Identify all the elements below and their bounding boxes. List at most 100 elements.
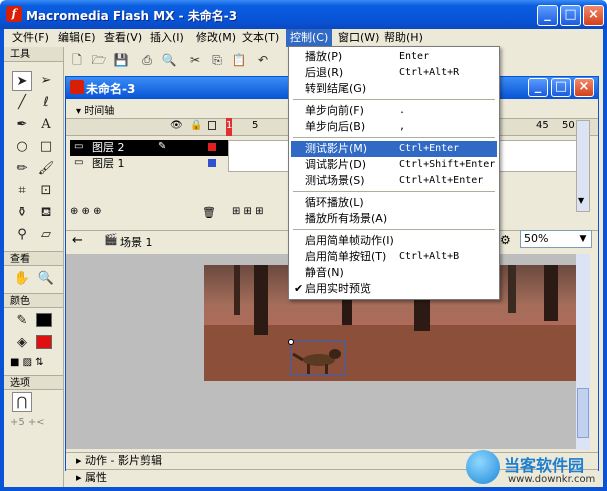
scroll-down-icon[interactable]: ▼ xyxy=(578,196,588,210)
scene-icon: 🎬 xyxy=(104,233,118,246)
menu-item-label: 调试影片(D) xyxy=(305,158,367,171)
window-title: Macromedia Flash MX - 未命名-3 xyxy=(26,9,238,23)
eraser-tool-icon[interactable]: ▱ xyxy=(36,225,56,245)
menu-item-shortcut: Enter xyxy=(399,51,430,62)
onion-skin-icon[interactable]: ⊞ ⊞ ⊞ xyxy=(232,206,264,217)
menu-item-label: 静音(N) xyxy=(305,266,344,279)
back-arrow-icon[interactable]: ← xyxy=(72,233,83,248)
line-tool-icon[interactable]: ╱ xyxy=(12,93,32,113)
menu-item-mute[interactable]: 静音(N) xyxy=(291,265,497,281)
registration-point xyxy=(288,339,294,345)
pencil-tool-icon[interactable]: ✏ xyxy=(12,159,32,179)
layer-color-swatch[interactable] xyxy=(208,159,216,167)
view-section-header: 查看 xyxy=(4,251,63,266)
menu-item-shortcut: Ctrl+Enter xyxy=(399,143,460,154)
close-button[interactable]: × xyxy=(583,5,604,26)
menu-separator xyxy=(293,229,495,230)
minimize-button[interactable]: _ xyxy=(537,5,558,26)
free-transform-tool-icon[interactable]: ⌗ xyxy=(12,181,32,201)
eyedropper-tool-icon[interactable]: ⚲ xyxy=(12,225,32,245)
timeline-header[interactable]: ▾ 时间轴 xyxy=(76,102,114,117)
zoom-tool-icon[interactable]: 🔍 xyxy=(36,269,56,289)
tools-panel-header[interactable]: 工具 xyxy=(4,47,63,62)
add-layer-icon[interactable]: ⊕ ⊕ ⊕ xyxy=(70,206,102,217)
print-preview-icon[interactable]: 🔍 xyxy=(160,51,178,69)
doc-maximize-button[interactable]: □ xyxy=(551,78,571,97)
menu-item-step-forward[interactable]: 单步向前(F). xyxy=(291,103,497,119)
fill-color-swatch[interactable] xyxy=(36,335,52,349)
outline-icon[interactable] xyxy=(208,121,216,130)
menu-item-enable-simple-buttons[interactable]: 启用简单按钮(T) Ctrl+Alt+B xyxy=(291,249,497,265)
dog-movieclip[interactable] xyxy=(290,341,346,375)
smooth-straighten-icon[interactable]: +5 +< xyxy=(10,417,56,433)
menu-item-play-all-scenes[interactable]: 播放所有场景(A) xyxy=(291,211,497,227)
stroke-color-swatch[interactable] xyxy=(36,313,52,327)
layer-icon: ▭ xyxy=(74,141,84,152)
brush-tool-icon[interactable]: 🖌 xyxy=(36,159,56,179)
menu-control[interactable]: 控制(C) xyxy=(286,29,333,47)
menu-item-test-movie[interactable]: 测试影片(M) Ctrl+Enter xyxy=(291,141,497,157)
menu-item-live-preview[interactable]: ✔ 启用实时预览 xyxy=(291,281,497,297)
menu-item-test-scene[interactable]: 测试场景(S) Ctrl+Alt+Enter xyxy=(291,173,497,189)
menu-item-go-to-end[interactable]: 转到结尾(G) xyxy=(291,81,497,97)
lock-icon[interactable]: 🔒 xyxy=(190,120,202,131)
frame-number-45: 45 xyxy=(536,120,549,131)
menu-modify[interactable]: 修改(M) xyxy=(192,29,240,47)
oval-tool-icon[interactable]: ○ xyxy=(12,137,32,157)
menu-item-shortcut: Ctrl+Alt+R xyxy=(399,67,460,78)
layer-name: 图层 1 xyxy=(92,157,125,170)
maximize-button[interactable]: □ xyxy=(560,5,581,26)
menu-edit[interactable]: 编辑(E) xyxy=(54,29,100,47)
layer-row[interactable]: 图层 1 xyxy=(70,156,228,172)
menu-item-label: 启用简单按钮(T) xyxy=(305,250,387,263)
menu-item-label: 循环播放(L) xyxy=(305,196,364,209)
swap-colors-icon[interactable]: ■ ▨ ⇅ xyxy=(10,357,56,371)
layer-row[interactable]: 图层 2 xyxy=(70,140,228,156)
menu-item-rewind[interactable]: 后退(R) Ctrl+Alt+R xyxy=(291,65,497,81)
undo-icon[interactable]: ↶ xyxy=(254,51,272,69)
paste-icon[interactable]: 📋 xyxy=(230,51,248,69)
menu-window[interactable]: 窗口(W) xyxy=(334,29,383,47)
delete-layer-icon[interactable]: 🗑 xyxy=(202,206,216,219)
menu-file[interactable]: 文件(F) xyxy=(8,29,53,47)
menu-insert[interactable]: 插入(I) xyxy=(146,29,188,47)
menu-view[interactable]: 查看(V) xyxy=(100,29,146,47)
cut-icon[interactable]: ✂ xyxy=(186,51,204,69)
menu-item-debug-movie[interactable]: 调试影片(D) Ctrl+Shift+Enter xyxy=(291,157,497,173)
hand-tool-icon[interactable]: ✋ xyxy=(12,269,32,289)
eye-icon[interactable]: 👁 xyxy=(170,120,183,131)
stroke-color-icon[interactable]: ✎ xyxy=(12,311,32,331)
chevron-down-icon[interactable]: ▼ xyxy=(576,232,590,246)
frame-number-5: 5 xyxy=(252,120,259,131)
new-file-icon[interactable]: 🗋 xyxy=(68,51,86,69)
scene-label[interactable]: 场景 1 xyxy=(120,234,153,250)
lasso-tool-icon[interactable]: ℓ xyxy=(36,93,56,113)
layer-color-swatch[interactable] xyxy=(208,143,216,151)
subselect-tool-icon[interactable]: ➢ xyxy=(36,71,56,91)
actions-panel-label: 动作 - 影片剪辑 xyxy=(85,454,162,467)
doc-close-button[interactable]: × xyxy=(574,78,594,97)
menu-item-loop-playback[interactable]: 循环播放(L) xyxy=(291,195,497,211)
open-file-icon[interactable]: 🗁 xyxy=(90,51,108,69)
copy-icon[interactable]: ⎘ xyxy=(208,51,226,69)
save-icon[interactable]: 💾 xyxy=(112,51,130,69)
magnet-icon[interactable]: ⋂ xyxy=(12,392,32,412)
fill-transform-tool-icon[interactable]: ⊡ xyxy=(36,181,56,201)
pen-tool-icon[interactable]: ✒ xyxy=(12,115,32,135)
fill-color-icon[interactable]: ◈ xyxy=(12,333,32,353)
menu-item-enable-simple-frame-actions[interactable]: 启用简单帧动作(I) xyxy=(291,233,497,249)
text-tool-icon[interactable]: A xyxy=(36,115,56,135)
rectangle-tool-icon[interactable]: □ xyxy=(36,137,56,157)
ink-bottle-tool-icon[interactable]: ⚱ xyxy=(12,203,32,223)
menu-text[interactable]: 文本(T) xyxy=(238,29,283,47)
arrow-tool-icon[interactable]: ➤ xyxy=(12,71,32,91)
menu-item-step-backward[interactable]: 单步向后(B), xyxy=(291,119,497,135)
menu-help[interactable]: 帮助(H) xyxy=(380,29,427,47)
print-icon[interactable]: ⎙ xyxy=(138,51,156,69)
doc-minimize-button[interactable]: _ xyxy=(528,78,548,97)
edit-symbols-icon[interactable]: ⚙ xyxy=(500,233,511,247)
paint-bucket-tool-icon[interactable]: ⛾ xyxy=(36,203,56,223)
stage-scroll-thumb[interactable] xyxy=(577,388,589,438)
menu-item-play[interactable]: 播放(P) Enter xyxy=(291,49,497,65)
menu-item-label: 启用实时预览 xyxy=(305,282,371,295)
